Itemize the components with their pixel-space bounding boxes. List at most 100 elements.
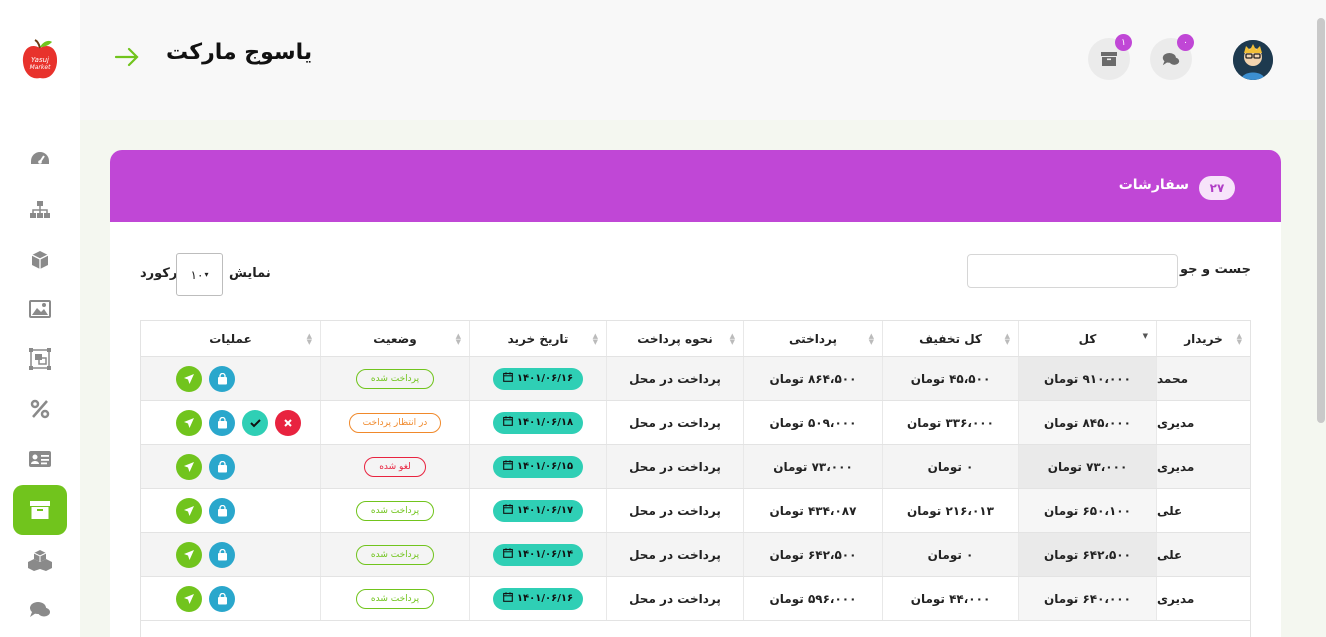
order-details-button[interactable] <box>209 497 235 524</box>
paper-plane-icon <box>183 593 195 605</box>
send-button[interactable] <box>176 497 202 524</box>
cell-total: ۶۴۰،۰۰۰ تومان <box>1044 591 1131 606</box>
status-badge: در انتظار پرداخت <box>349 412 441 433</box>
table-cell-discount: ۴۵،۵۰۰ تومان <box>882 357 1018 400</box>
cancel-order-button[interactable] <box>275 409 301 436</box>
table-cell-buyer: علی <box>1156 489 1250 532</box>
search-input[interactable] <box>967 254 1178 288</box>
cell-method: پرداخت در محل <box>629 371 721 386</box>
cell-buyer: مدیری <box>1157 459 1195 474</box>
shopping-bag-icon <box>217 460 228 473</box>
user-avatar[interactable] <box>1233 40 1273 80</box>
cubes-icon[interactable] <box>26 548 54 572</box>
order-details-button[interactable] <box>209 541 235 568</box>
calendar-icon <box>503 372 513 385</box>
order-details-button[interactable] <box>209 409 235 436</box>
page-length-select[interactable]: ۱۰ ▾ <box>176 253 223 296</box>
table-cell-operations <box>141 445 320 488</box>
date-text: ۱۴۰۱/۰۶/۱۶ <box>516 373 574 384</box>
column-header-discount[interactable]: کل تخفیف ▲ ▼ <box>882 321 1018 356</box>
send-button[interactable] <box>176 365 202 392</box>
table-cell-buyer: محمد <box>1156 357 1250 400</box>
back-arrow-icon[interactable] <box>114 46 140 68</box>
table-cell-total: ۶۴۲،۵۰۰ تومان <box>1018 533 1156 576</box>
send-button[interactable] <box>176 541 202 568</box>
calendar-icon <box>503 416 513 429</box>
cell-total: ۶۵۰،۱۰۰ تومان <box>1044 503 1131 518</box>
shopping-bag-icon <box>217 372 228 385</box>
table-cell-paid: ۸۶۴،۵۰۰ تومان <box>743 357 882 400</box>
calendar-icon <box>503 548 513 561</box>
column-header-paid[interactable]: پرداختی ▲ ▼ <box>743 321 882 356</box>
confirm-button[interactable] <box>242 409 268 436</box>
id-card-icon[interactable] <box>26 447 54 471</box>
table-cell-total: ۹۱۰،۰۰۰ تومان <box>1018 357 1156 400</box>
column-header-status[interactable]: وضعیت ▲ ▼ <box>320 321 469 356</box>
table-cell-total: ۶۵۰،۱۰۰ تومان <box>1018 489 1156 532</box>
status-badge: پرداخت شده <box>356 588 434 609</box>
table-row: مدیری ۷۳،۰۰۰ تومان ۰ تومان ۷۳،۰۰۰ تومان پردا… <box>141 445 1250 489</box>
sort-icon: ▲ ▼ <box>1236 332 1242 346</box>
comments-icon[interactable] <box>26 598 54 622</box>
page-length-value: ۱۰ <box>190 267 204 282</box>
messages-notification-button[interactable]: ۰ <box>1150 34 1194 80</box>
table-cell-discount: ۴۴،۰۰۰ تومان <box>882 577 1018 620</box>
column-header-date[interactable]: تاریخ خرید ▲ ▼ <box>469 321 606 356</box>
chevron-down-icon: ▾ <box>204 270 209 279</box>
svg-text:Market: Market <box>30 64 51 71</box>
date-badge: ۱۴۰۱/۰۶/۱۶ <box>492 587 584 610</box>
date-text: ۱۴۰۱/۰۶/۱۵ <box>516 461 574 472</box>
date-badge: ۱۴۰۱/۰۶/۱۶ <box>492 367 584 390</box>
show-label: نمایش <box>229 266 271 281</box>
card-title: سفارشات <box>1118 177 1189 193</box>
column-header-method[interactable]: نحوه پرداخت ▲ ▼ <box>606 321 743 356</box>
table-cell-date: ۱۴۰۱/۰۶/۱۷ <box>469 489 606 532</box>
table-header-row: خریدار ▲ ▼ کل ▼ کل تخفیف ▲ ▼ پرداختی ▲ ▼ نحوه پ… <box>141 321 1250 357</box>
image-icon[interactable] <box>26 297 54 321</box>
column-header-total[interactable]: کل ▼ <box>1018 321 1156 356</box>
scrollbar[interactable] <box>1317 18 1325 423</box>
date-text: ۱۴۰۱/۰۶/۱۸ <box>516 417 574 428</box>
sidebar-item-orders[interactable] <box>13 485 67 535</box>
send-button[interactable] <box>176 453 202 480</box>
date-text: ۱۴۰۱/۰۶/۱۶ <box>516 593 574 604</box>
send-button[interactable] <box>176 409 202 436</box>
table-cell-discount: ۰ تومان <box>882 445 1018 488</box>
sort-icon: ▼ <box>1142 332 1148 340</box>
send-button[interactable] <box>176 585 202 612</box>
table-cell-date: ۱۴۰۱/۰۶/۱۸ <box>469 401 606 444</box>
top-header: یاسوج مارکت ۱ ۰ <box>80 0 1326 120</box>
status-badge: لغو شده <box>364 456 426 477</box>
calendar-icon <box>503 504 513 517</box>
table-cell-operations <box>141 401 320 444</box>
paper-plane-icon <box>183 461 195 473</box>
object-group-icon[interactable] <box>26 347 54 371</box>
cell-paid: ۵۰۹،۰۰۰ تومان <box>769 415 857 430</box>
archive-icon <box>30 501 50 519</box>
table-cell-operations <box>141 577 320 620</box>
order-details-button[interactable] <box>209 453 235 480</box>
column-header-buyer[interactable]: خریدار ▲ ▼ <box>1156 321 1250 356</box>
calendar-icon <box>503 592 513 605</box>
cell-total: ۶۴۲،۵۰۰ تومان <box>1044 547 1131 562</box>
cell-paid: ۵۹۶،۰۰۰ تومان <box>769 591 857 606</box>
column-header-operations[interactable]: عملیات ▲ ▼ <box>141 321 320 356</box>
dashboard-icon[interactable] <box>26 148 54 172</box>
order-details-button[interactable] <box>209 585 235 612</box>
order-details-button[interactable] <box>209 365 235 392</box>
sitemap-icon[interactable] <box>26 198 54 222</box>
yasuj-market-logo[interactable]: Yasuj Market <box>20 38 60 82</box>
table-cell-paid: ۵۹۶،۰۰۰ تومان <box>743 577 882 620</box>
table-cell-buyer: مدیری <box>1156 577 1250 620</box>
table-cell-total: ۶۴۰،۰۰۰ تومان <box>1018 577 1156 620</box>
date-badge: ۱۴۰۱/۰۶/۱۸ <box>492 411 584 434</box>
orders-notification-button[interactable]: ۱ <box>1088 34 1132 80</box>
cell-paid: ۴۳۴،۰۸۷ تومان <box>769 503 857 518</box>
percent-icon[interactable] <box>26 397 54 421</box>
table-cell-operations <box>141 533 320 576</box>
table-cell-date: ۱۴۰۱/۰۶/۱۴ <box>469 533 606 576</box>
table-cell-status: پرداخت شده <box>320 533 469 576</box>
orders-card: ۲۷ سفارشات جست و جو : رکورد ۱۰ ▾ نمایش خ… <box>110 150 1281 637</box>
box-icon[interactable] <box>26 248 54 272</box>
table-cell-buyer: مدیری <box>1156 445 1250 488</box>
